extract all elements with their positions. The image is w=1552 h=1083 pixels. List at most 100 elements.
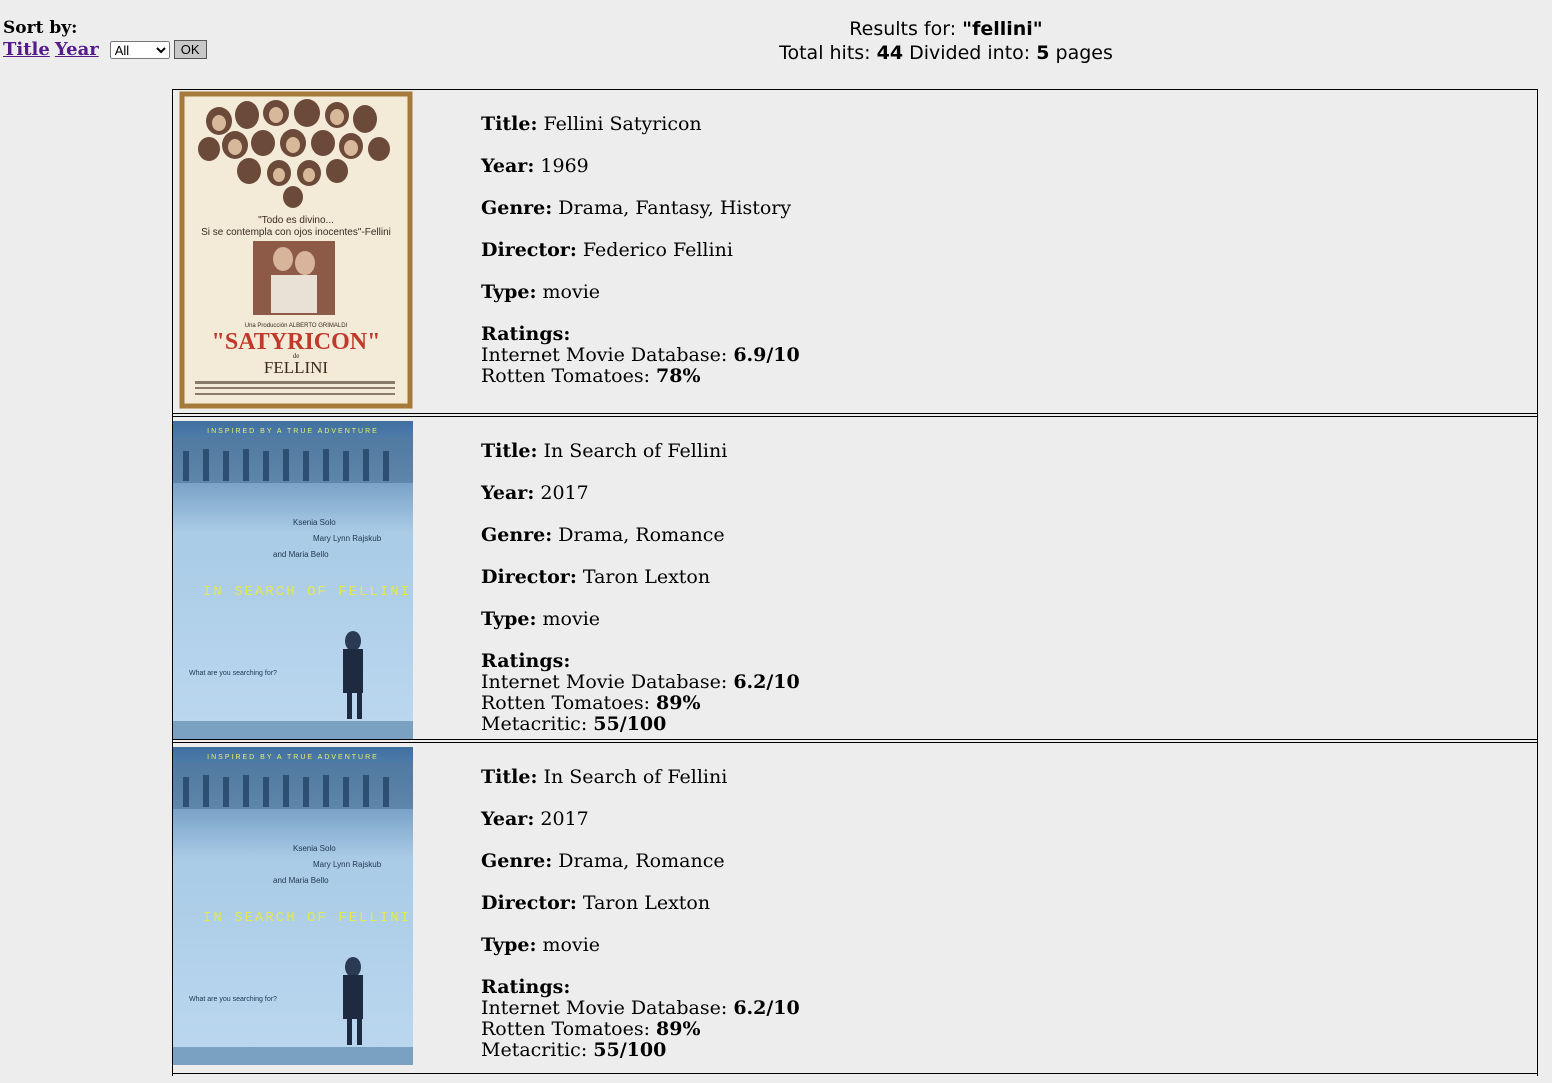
movie-director: Taron Lexton (582, 892, 711, 914)
poster-cast-1: Ksenia Solo (293, 844, 336, 853)
poster-question: What are you searching for? (189, 670, 277, 677)
page-count: 5 (1036, 42, 1050, 64)
poster-cast-2: Mary Lynn Rajskub (313, 860, 382, 869)
title-row: Title: In Search of Fellini (481, 441, 800, 462)
search-query: "fellini" (962, 18, 1043, 40)
year-row: Year: 1969 (481, 156, 800, 177)
rating-value: 6.2/10 (733, 997, 800, 1019)
ratings-block: Ratings: Internet Movie Database: 6.2/10… (481, 977, 800, 1061)
rating-source: Rotten Tomatoes: (481, 1018, 650, 1040)
genre-label: Genre: (481, 197, 553, 219)
year-row: Year: 2017 (481, 809, 800, 830)
poster-tagline: INSPIRED BY A TRUE ADVENTURE (207, 754, 379, 761)
title-row: Title: Fellini Satyricon (481, 114, 800, 135)
ratings-block: Ratings: Internet Movie Database: 6.2/10… (481, 651, 800, 735)
director-label: Director: (481, 239, 577, 261)
movie-card: INSPIRED BY A TRUE ADVENTURE Ksenia Solo… (173, 416, 1537, 740)
poster-quote: "Todo es divino... (258, 215, 334, 226)
poster-cast-3: and Maria Bello (273, 550, 329, 559)
year-label: Year: (481, 155, 535, 177)
results-query-line: Results for: "fellini" (700, 17, 1192, 41)
rating-source: Metacritic: (481, 1039, 588, 1061)
rating-value: 89% (656, 692, 701, 714)
director-row: Director: Taron Lexton (481, 893, 800, 914)
director-row: Director: Taron Lexton (481, 567, 800, 588)
sort-panel: Sort by: Title Year All OK (3, 18, 207, 60)
title-label: Title: (481, 440, 538, 462)
filter-select[interactable]: All (109, 40, 170, 59)
rating-source: Rotten Tomatoes: (481, 365, 650, 387)
rating-row: Rotten Tomatoes: 78% (481, 366, 800, 387)
rating-value: 78% (656, 365, 701, 387)
movie-year: 2017 (540, 808, 589, 830)
ratings-label: Ratings: (481, 323, 571, 345)
divided-into-label: Divided into: (909, 42, 1031, 64)
rating-value: 89% (656, 1018, 701, 1040)
results-for-label: Results for: (849, 18, 957, 40)
movie-poster[interactable]: "Todo es divino... Si se contempla con o… (179, 91, 413, 409)
type-label: Type: (481, 934, 537, 956)
movie-director: Federico Fellini (582, 239, 733, 261)
genre-row: Genre: Drama, Fantasy, History (481, 198, 800, 219)
results-list: "Todo es divino... Si se contempla con o… (172, 89, 1538, 1076)
ok-button[interactable]: OK (173, 40, 207, 59)
type-row: Type: movie (481, 935, 800, 956)
poster-tagline: INSPIRED BY A TRUE ADVENTURE (207, 428, 379, 435)
total-hits-label: Total hits: (779, 42, 871, 64)
rating-row: Rotten Tomatoes: 89% (481, 693, 800, 714)
type-label: Type: (481, 281, 537, 303)
rating-source: Internet Movie Database: (481, 997, 728, 1019)
rating-source: Internet Movie Database: (481, 344, 728, 366)
poster-cast-2: Mary Lynn Rajskub (313, 534, 382, 543)
genre-label: Genre: (481, 850, 553, 872)
rating-source: Metacritic: (481, 713, 588, 735)
movie-details: Title: In Search of Fellini Year: 2017 G… (481, 441, 800, 735)
pages-suffix: pages (1055, 42, 1113, 64)
rating-row: Internet Movie Database: 6.2/10 (481, 998, 800, 1019)
rating-value: 6.9/10 (733, 344, 800, 366)
poster-title: IN SEARCH OF FELLINI (203, 910, 411, 926)
genre-label: Genre: (481, 524, 553, 546)
rating-row: Metacritic: 55/100 (481, 714, 800, 735)
movie-genre: Drama, Fantasy, History (558, 197, 792, 219)
in-search-poster-art: INSPIRED BY A TRUE ADVENTURE Ksenia Solo… (173, 747, 413, 1065)
rating-row: Metacritic: 55/100 (481, 1040, 800, 1061)
ratings-label: Ratings: (481, 650, 571, 672)
movie-year: 1969 (540, 155, 589, 177)
rating-value: 55/100 (593, 1039, 667, 1061)
rating-row: Internet Movie Database: 6.2/10 (481, 672, 800, 693)
movie-poster[interactable]: INSPIRED BY A TRUE ADVENTURE Ksenia Solo… (173, 421, 413, 739)
type-label: Type: (481, 608, 537, 630)
director-label: Director: (481, 892, 577, 914)
movie-details: Title: Fellini Satyricon Year: 1969 Genr… (481, 114, 800, 387)
movie-card: "Todo es divino... Si se contempla con o… (173, 89, 1537, 414)
sort-by-title-link[interactable]: Title (3, 39, 50, 60)
rating-value: 55/100 (593, 713, 667, 735)
movie-card: INSPIRED BY A TRUE ADVENTURE Ksenia Solo… (173, 742, 1537, 1074)
genre-row: Genre: Drama, Romance (481, 851, 800, 872)
results-header: Results for: "fellini" Total hits: 44 Di… (700, 17, 1192, 65)
results-summary-line: Total hits: 44 Divided into: 5 pages (700, 41, 1192, 65)
sort-label: Sort by: (3, 18, 78, 38)
poster-quote-2: Si se contempla con ojos inocentes"-Fell… (201, 227, 391, 238)
movie-year: 2017 (540, 482, 589, 504)
poster-cast-1: Ksenia Solo (293, 518, 336, 527)
movie-title: In Search of Fellini (543, 440, 728, 462)
movie-genre: Drama, Romance (558, 524, 725, 546)
director-row: Director: Federico Fellini (481, 240, 800, 261)
rating-source: Rotten Tomatoes: (481, 692, 650, 714)
movie-genre: Drama, Romance (558, 850, 725, 872)
sort-by-year-link[interactable]: Year (55, 39, 99, 60)
ratings-block: Ratings: Internet Movie Database: 6.9/10… (481, 324, 800, 387)
rating-row: Internet Movie Database: 6.9/10 (481, 345, 800, 366)
ratings-label: Ratings: (481, 976, 571, 998)
movie-poster[interactable]: INSPIRED BY A TRUE ADVENTURE Ksenia Solo… (173, 747, 413, 1065)
title-label: Title: (481, 766, 538, 788)
year-row: Year: 2017 (481, 483, 800, 504)
year-label: Year: (481, 482, 535, 504)
sort-controls: Title Year All OK (3, 39, 207, 60)
type-row: Type: movie (481, 609, 800, 630)
in-search-poster-art: INSPIRED BY A TRUE ADVENTURE Ksenia Solo… (173, 421, 413, 739)
director-label: Director: (481, 566, 577, 588)
title-label: Title: (481, 113, 538, 135)
